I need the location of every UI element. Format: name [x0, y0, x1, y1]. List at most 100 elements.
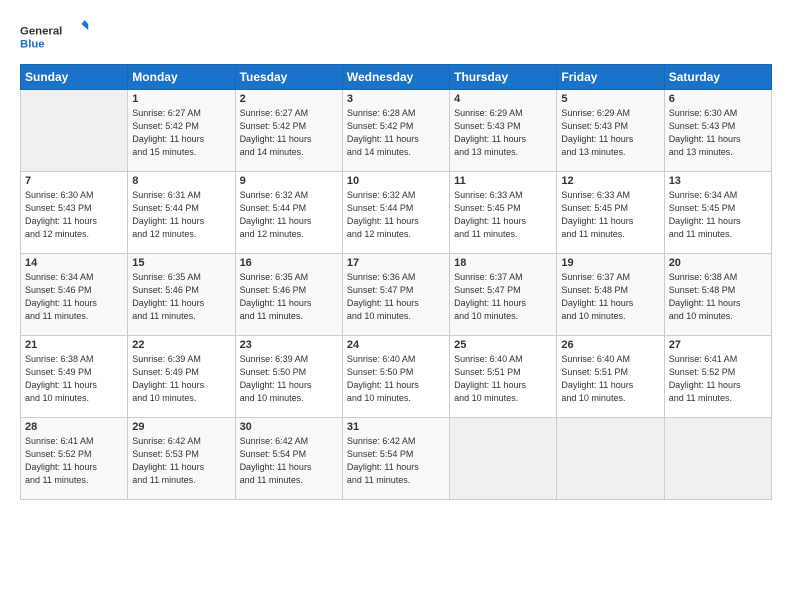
day-info: Sunrise: 6:32 AMSunset: 5:44 PMDaylight:…: [347, 189, 445, 241]
calendar-day-cell: 24Sunrise: 6:40 AMSunset: 5:50 PMDayligh…: [342, 336, 449, 418]
day-info: Sunrise: 6:40 AMSunset: 5:51 PMDaylight:…: [561, 353, 659, 405]
day-info: Sunrise: 6:41 AMSunset: 5:52 PMDaylight:…: [25, 435, 123, 487]
calendar-day-cell: 28 Sunrise: 6:41 AMSunset: 5:52 PMDayligh…: [21, 418, 128, 500]
day-info: Sunrise: 6:28 AMSunset: 5:42 PMDaylight:…: [347, 107, 445, 159]
day-info: Sunrise: 6:30 AMSunset: 5:43 PMDaylight:…: [25, 189, 123, 241]
day-number: 15: [132, 257, 230, 269]
calendar-day-cell: 31 Sunrise: 6:42 AMSunset: 5:54 PMDayligh…: [342, 418, 449, 500]
calendar-day-cell: [664, 418, 771, 500]
calendar-header-cell: Friday: [557, 65, 664, 90]
day-info: Sunrise: 6:34 AMSunset: 5:46 PMDaylight:…: [25, 271, 123, 323]
calendar-day-cell: [450, 418, 557, 500]
day-info: Sunrise: 6:37 AMSunset: 5:48 PMDaylight:…: [561, 271, 659, 323]
day-number: 23: [240, 339, 338, 351]
calendar-day-cell: 17Sunrise: 6:36 AMSunset: 5:47 PMDayligh…: [342, 254, 449, 336]
svg-text:General: General: [20, 25, 62, 37]
calendar-day-cell: 19 Sunrise: 6:37 AMSunset: 5:48 PMDayligh…: [557, 254, 664, 336]
day-info: Sunrise: 6:29 AMSunset: 5:43 PMDaylight:…: [561, 107, 659, 159]
day-number: 7: [25, 175, 123, 187]
day-number: 18: [454, 257, 552, 269]
day-info: Sunrise: 6:30 AMSunset: 5:43 PMDaylight:…: [669, 107, 767, 159]
calendar-header-cell: Monday: [128, 65, 235, 90]
day-info: Sunrise: 6:27 AMSunset: 5:42 PMDaylight:…: [132, 107, 230, 159]
calendar-day-cell: 13 Sunrise: 6:34 AMSunset: 5:45 PMDayligh…: [664, 172, 771, 254]
day-number: 29: [132, 421, 230, 433]
day-number: 27: [669, 339, 767, 351]
calendar-day-cell: 30Sunrise: 6:42 AMSunset: 5:54 PMDayligh…: [235, 418, 342, 500]
day-number: 4: [454, 93, 552, 105]
day-number: 5: [561, 93, 659, 105]
calendar-day-cell: 10 Sunrise: 6:32 AMSunset: 5:44 PMDayligh…: [342, 172, 449, 254]
calendar-day-cell: 21Sunrise: 6:38 AMSunset: 5:49 PMDayligh…: [21, 336, 128, 418]
svg-text:Blue: Blue: [20, 39, 45, 51]
calendar-week-row: 28 Sunrise: 6:41 AMSunset: 5:52 PMDayligh…: [21, 418, 772, 500]
calendar-day-cell: 25Sunrise: 6:40 AMSunset: 5:51 PMDayligh…: [450, 336, 557, 418]
calendar-day-cell: 6 Sunrise: 6:30 AMSunset: 5:43 PMDaylight…: [664, 90, 771, 172]
calendar-day-cell: 29 Sunrise: 6:42 AMSunset: 5:53 PMDayligh…: [128, 418, 235, 500]
day-info: Sunrise: 6:39 AMSunset: 5:50 PMDaylight:…: [240, 353, 338, 405]
day-info: Sunrise: 6:37 AMSunset: 5:47 PMDaylight:…: [454, 271, 552, 323]
day-number: 9: [240, 175, 338, 187]
day-number: 3: [347, 93, 445, 105]
day-number: 30: [240, 421, 338, 433]
day-number: 21: [25, 339, 123, 351]
day-info: Sunrise: 6:33 AMSunset: 5:45 PMDaylight:…: [454, 189, 552, 241]
calendar-day-cell: 16Sunrise: 6:35 AMSunset: 5:46 PMDayligh…: [235, 254, 342, 336]
day-number: 25: [454, 339, 552, 351]
calendar-week-row: 14Sunrise: 6:34 AMSunset: 5:46 PMDayligh…: [21, 254, 772, 336]
calendar-day-cell: 4 Sunrise: 6:29 AMSunset: 5:43 PMDaylight…: [450, 90, 557, 172]
day-info: Sunrise: 6:39 AMSunset: 5:49 PMDaylight:…: [132, 353, 230, 405]
day-info: Sunrise: 6:32 AMSunset: 5:44 PMDaylight:…: [240, 189, 338, 241]
calendar-header-cell: Saturday: [664, 65, 771, 90]
day-number: 19: [561, 257, 659, 269]
header: General Blue: [20, 18, 772, 56]
calendar-body: 1Sunrise: 6:27 AMSunset: 5:42 PMDaylight…: [21, 90, 772, 500]
day-number: 10: [347, 175, 445, 187]
calendar-day-cell: 2 Sunrise: 6:27 AMSunset: 5:42 PMDaylight…: [235, 90, 342, 172]
day-info: Sunrise: 6:27 AMSunset: 5:42 PMDaylight:…: [240, 107, 338, 159]
calendar-day-cell: 23 Sunrise: 6:39 AMSunset: 5:50 PMDayligh…: [235, 336, 342, 418]
calendar-day-cell: 3 Sunrise: 6:28 AMSunset: 5:42 PMDaylight…: [342, 90, 449, 172]
day-number: 31: [347, 421, 445, 433]
calendar-day-cell: 15Sunrise: 6:35 AMSunset: 5:46 PMDayligh…: [128, 254, 235, 336]
calendar-table: SundayMondayTuesdayWednesdayThursdayFrid…: [20, 64, 772, 500]
day-info: Sunrise: 6:42 AMSunset: 5:54 PMDaylight:…: [347, 435, 445, 487]
day-number: 24: [347, 339, 445, 351]
day-number: 28: [25, 421, 123, 433]
day-info: Sunrise: 6:29 AMSunset: 5:43 PMDaylight:…: [454, 107, 552, 159]
calendar-day-cell: 18 Sunrise: 6:37 AMSunset: 5:47 PMDayligh…: [450, 254, 557, 336]
day-number: 13: [669, 175, 767, 187]
day-number: 11: [454, 175, 552, 187]
calendar-day-cell: 22 Sunrise: 6:39 AMSunset: 5:49 PMDayligh…: [128, 336, 235, 418]
calendar-day-cell: 20 Sunrise: 6:38 AMSunset: 5:48 PMDayligh…: [664, 254, 771, 336]
calendar-header-row: SundayMondayTuesdayWednesdayThursdayFrid…: [21, 65, 772, 90]
calendar-day-cell: 27 Sunrise: 6:41 AMSunset: 5:52 PMDayligh…: [664, 336, 771, 418]
day-info: Sunrise: 6:34 AMSunset: 5:45 PMDaylight:…: [669, 189, 767, 241]
calendar-day-cell: 8 Sunrise: 6:31 AMSunset: 5:44 PMDaylight…: [128, 172, 235, 254]
calendar-day-cell: 1Sunrise: 6:27 AMSunset: 5:42 PMDaylight…: [128, 90, 235, 172]
day-info: Sunrise: 6:42 AMSunset: 5:53 PMDaylight:…: [132, 435, 230, 487]
day-info: Sunrise: 6:33 AMSunset: 5:45 PMDaylight:…: [561, 189, 659, 241]
logo-svg: General Blue: [20, 18, 90, 56]
day-info: Sunrise: 6:38 AMSunset: 5:48 PMDaylight:…: [669, 271, 767, 323]
day-number: 20: [669, 257, 767, 269]
logo: General Blue: [20, 18, 90, 56]
calendar-week-row: 21Sunrise: 6:38 AMSunset: 5:49 PMDayligh…: [21, 336, 772, 418]
day-number: 6: [669, 93, 767, 105]
day-number: 8: [132, 175, 230, 187]
calendar-day-cell: 12 Sunrise: 6:33 AMSunset: 5:45 PMDayligh…: [557, 172, 664, 254]
calendar-day-cell: 26 Sunrise: 6:40 AMSunset: 5:51 PMDayligh…: [557, 336, 664, 418]
day-number: 26: [561, 339, 659, 351]
calendar-header-cell: Tuesday: [235, 65, 342, 90]
calendar-header-cell: Wednesday: [342, 65, 449, 90]
day-info: Sunrise: 6:41 AMSunset: 5:52 PMDaylight:…: [669, 353, 767, 405]
day-info: Sunrise: 6:35 AMSunset: 5:46 PMDaylight:…: [240, 271, 338, 323]
day-number: 12: [561, 175, 659, 187]
day-number: 2: [240, 93, 338, 105]
day-info: Sunrise: 6:36 AMSunset: 5:47 PMDaylight:…: [347, 271, 445, 323]
day-number: 22: [132, 339, 230, 351]
calendar-day-cell: 9 Sunrise: 6:32 AMSunset: 5:44 PMDaylight…: [235, 172, 342, 254]
page: General Blue SundayMondayTuesdayWednesda…: [0, 0, 792, 612]
calendar-day-cell: [557, 418, 664, 500]
day-info: Sunrise: 6:31 AMSunset: 5:44 PMDaylight:…: [132, 189, 230, 241]
